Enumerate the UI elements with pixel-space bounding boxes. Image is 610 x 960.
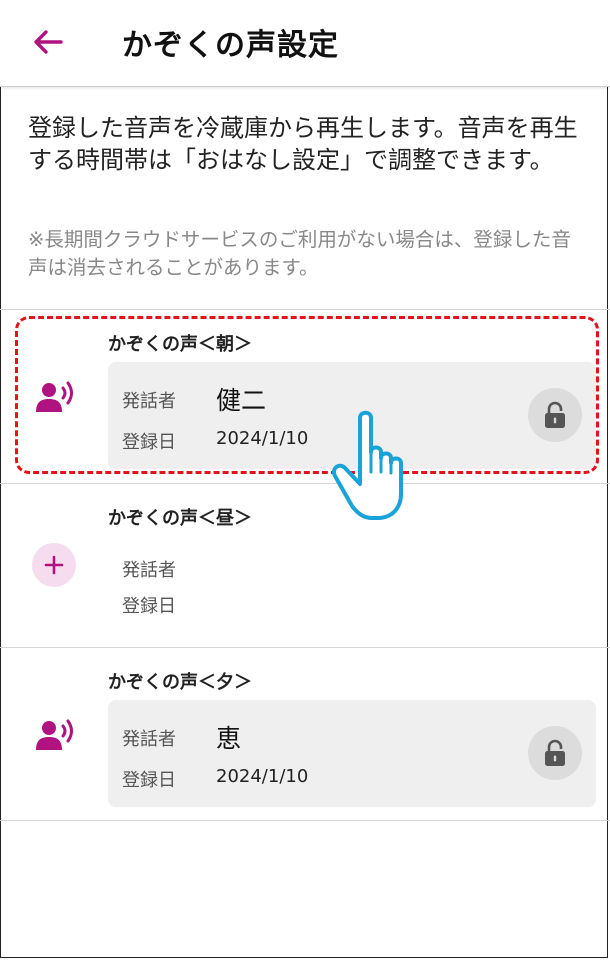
divider bbox=[0, 483, 610, 484]
divider bbox=[0, 820, 610, 821]
divider bbox=[0, 309, 610, 310]
app-header: かぞくの声設定 bbox=[0, 0, 610, 87]
voice-info-box[interactable]: 発話者 恵 登録日 2024/1/10 bbox=[108, 700, 596, 807]
add-voice-button[interactable] bbox=[32, 543, 76, 587]
registered-date: 2024/1/10 bbox=[216, 428, 309, 449]
divider bbox=[0, 647, 610, 648]
lock-icon bbox=[545, 401, 565, 428]
registered-date-label: 登録日 bbox=[122, 432, 176, 453]
intro-text: 登録した音声を冷蔵庫から再生します。音声を再生する時間帯は「おはなし設定」で調整… bbox=[28, 114, 578, 174]
back-button[interactable] bbox=[28, 22, 68, 62]
voice-speaking-icon bbox=[36, 381, 73, 412]
tap-hand-pointer-icon bbox=[332, 410, 403, 520]
page-title: かぞくの声設定 bbox=[122, 28, 339, 63]
registered-date: 2024/1/10 bbox=[216, 766, 309, 787]
speaker-label: 発話者 bbox=[122, 391, 176, 412]
lock-icon bbox=[545, 739, 565, 766]
slot-title: かぞくの声＜朝＞ bbox=[108, 334, 252, 355]
lock-button[interactable] bbox=[528, 388, 582, 442]
voice-speaking-icon bbox=[36, 719, 73, 750]
speaker-label: 発話者 bbox=[122, 560, 176, 581]
plus-icon bbox=[44, 555, 64, 575]
registered-date-label: 登録日 bbox=[122, 596, 176, 617]
speaker-name: 恵 bbox=[216, 724, 242, 753]
slot-title: かぞくの声＜昼＞ bbox=[108, 508, 252, 529]
speaker-label: 発話者 bbox=[122, 729, 176, 750]
lock-button[interactable] bbox=[528, 726, 582, 780]
arrow-left-icon bbox=[34, 30, 63, 54]
slot-title: かぞくの声＜夕＞ bbox=[108, 672, 252, 693]
registered-date-label: 登録日 bbox=[122, 770, 176, 791]
intro-note: ※長期間クラウドサービスのご利用がない場合は、登録した音声は消去されることがあり… bbox=[28, 228, 571, 279]
speaker-name: 健二 bbox=[216, 386, 267, 415]
